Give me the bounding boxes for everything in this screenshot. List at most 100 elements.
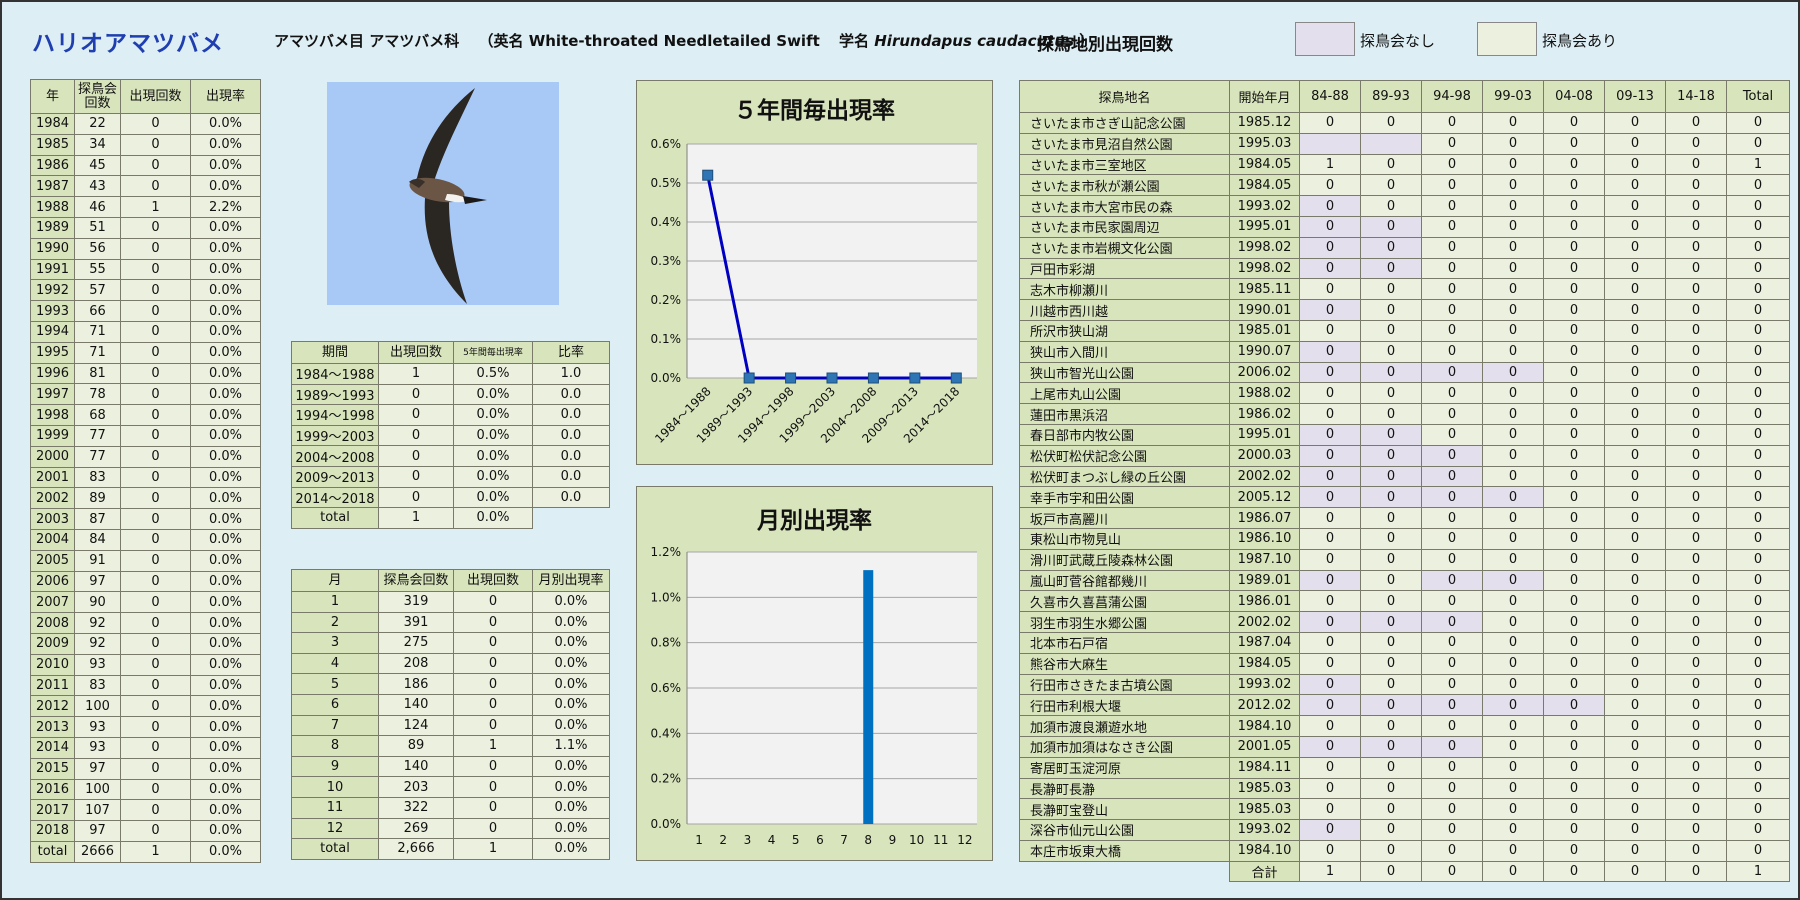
site-count-cell: 0 — [1726, 257, 1790, 280]
site-count-cell: 0 — [1604, 132, 1666, 155]
y-tick-label: 0.4% — [651, 215, 682, 229]
table-row: 2001 83 0 0.0% — [30, 466, 261, 489]
table-cell: 2014 — [30, 736, 75, 759]
total-cell: 0 — [1482, 860, 1544, 883]
legend-swatch-event — [1477, 22, 1537, 56]
site-count-cell: 0 — [1543, 299, 1605, 321]
table-row: total 2666 1 0.0% — [30, 840, 261, 863]
site-count-cell: 0 — [1299, 319, 1361, 342]
table-cell: 57 — [74, 279, 121, 302]
site-count-cell: 0 — [1604, 215, 1666, 238]
site-count-cell: 0 — [1543, 361, 1605, 384]
site-count-cell: 0 — [1360, 735, 1422, 758]
site-count-cell: 0 — [1726, 798, 1790, 821]
site-count-cell: 0 — [1360, 548, 1422, 571]
site-count-cell: 0 — [1726, 215, 1790, 238]
table-cell: 2015 — [30, 757, 75, 780]
table-cell: 0 — [120, 653, 191, 676]
site-count-cell: 0 — [1482, 403, 1544, 425]
table-row: 2018 97 0 0.0% — [30, 820, 261, 842]
table-cell: 0.0% — [190, 300, 261, 322]
site-count-cell: 0 — [1421, 819, 1483, 841]
site-count-cell: 0 — [1604, 777, 1666, 800]
site-count-cell: 0 — [1665, 777, 1727, 800]
table-cell: 2,666 — [378, 838, 454, 860]
data-point — [743, 372, 755, 384]
site-name: さいたま市さぎ山記念公園 — [1019, 112, 1230, 134]
site-name: 東松山市物見山 — [1019, 527, 1230, 550]
site-count-cell: 0 — [1421, 153, 1483, 176]
site-count-cell: 0 — [1360, 423, 1422, 446]
site-count-cell: 0 — [1604, 444, 1666, 467]
table-cell: 0.0% — [453, 424, 533, 447]
site-count-cell: 0 — [1482, 486, 1544, 509]
site-count-cell: 0 — [1299, 652, 1361, 675]
site-name: 川越市西川越 — [1019, 299, 1230, 321]
swift-in-flight-photo — [327, 82, 559, 305]
site-start: 1998.02 — [1229, 236, 1300, 259]
site-count-cell: 0 — [1299, 777, 1361, 800]
site-count-cell: 0 — [1543, 527, 1605, 550]
swift-icon — [409, 88, 487, 304]
site-count-cell: 0 — [1726, 340, 1790, 363]
site-count-cell: 0 — [1482, 777, 1544, 800]
y-tick-label: 0.0% — [651, 371, 682, 385]
table-cell: 2017 — [30, 799, 75, 822]
site-count-cell: 0 — [1604, 382, 1666, 405]
table-row: 1998 68 0 0.0% — [30, 404, 261, 426]
site-name: さいたま市見沼自然公園 — [1019, 132, 1230, 155]
site-count-cell: 0 — [1421, 299, 1483, 321]
site-count-cell: 0 — [1421, 631, 1483, 654]
x-tick-label: 1 — [695, 833, 703, 847]
site-row: 所沢市狭山湖 1985.01 0 0 0 0 0 0 0 0 — [1019, 319, 1790, 342]
table-cell: 4 — [291, 652, 379, 675]
table-cell: 1987 — [30, 175, 75, 198]
table-cell: 0.0 — [532, 465, 610, 488]
column-header: 探鳥地名 — [1019, 80, 1230, 113]
site-row: 狭山市入間川 1990.07 0 0 0 0 0 0 0 0 — [1019, 340, 1790, 363]
table-cell: 0.0% — [190, 466, 261, 489]
site-count-cell: 0 — [1421, 319, 1483, 342]
total-cell: 0 — [1360, 860, 1422, 883]
site-count-cell: 0 — [1726, 507, 1790, 529]
site-count-cell: 0 — [1421, 611, 1483, 633]
table-row: 2007 90 0 0.0% — [30, 591, 261, 614]
site-count-cell: 0 — [1604, 340, 1666, 363]
site-count-cell: 0 — [1360, 756, 1422, 779]
site-row: さいたま市さぎ山記念公園 1985.12 0 0 0 0 0 0 0 0 — [1019, 112, 1790, 134]
table-row: 1989～1993 0 0.0% 0.0 — [291, 383, 610, 406]
table-cell: 0.0% — [453, 486, 533, 509]
table-row: 7 124 0 0.0% — [291, 714, 610, 737]
site-count-cell: 0 — [1543, 673, 1605, 696]
table-cell: 92 — [74, 612, 121, 634]
site-count-cell: 0 — [1299, 611, 1361, 633]
column-header: 89-93 — [1360, 80, 1422, 113]
site-count-cell: 0 — [1604, 174, 1666, 197]
site-count-cell: 0 — [1360, 444, 1422, 467]
data-point — [950, 372, 962, 384]
table-cell: 0.0% — [190, 508, 261, 530]
table-cell: 2016 — [30, 778, 75, 801]
site-row: 熊谷市大麻生 1984.05 0 0 0 0 0 0 0 0 — [1019, 652, 1790, 675]
table-cell: 0.0% — [190, 632, 261, 655]
site-row: 行田市利根大堰 2012.02 0 0 0 0 0 0 0 0 — [1019, 694, 1790, 717]
site-count-cell: 0 — [1299, 756, 1361, 779]
site-count-cell: 0 — [1421, 340, 1483, 363]
table-row: 9 140 0 0.0% — [291, 755, 610, 778]
site-count-cell: 0 — [1299, 798, 1361, 821]
table-cell: 1999 — [30, 424, 75, 447]
site-count-cell: 0 — [1421, 735, 1483, 758]
table-cell: 9 — [291, 755, 379, 778]
site-count-cell: 0 — [1604, 153, 1666, 176]
site-count-cell: 0 — [1543, 423, 1605, 446]
site-count-cell: 0 — [1543, 839, 1605, 862]
site-count-cell: 0 — [1299, 257, 1361, 280]
site-count-cell: 0 — [1604, 611, 1666, 633]
site-start: 1986.10 — [1229, 527, 1300, 550]
site-count-cell: 0 — [1665, 132, 1727, 155]
table-cell: 0 — [378, 445, 454, 467]
table-cell: 5 — [291, 673, 379, 695]
site-count-cell: 0 — [1726, 673, 1790, 696]
site-count-cell: 0 — [1665, 153, 1727, 176]
site-count-cell: 0 — [1726, 694, 1790, 717]
